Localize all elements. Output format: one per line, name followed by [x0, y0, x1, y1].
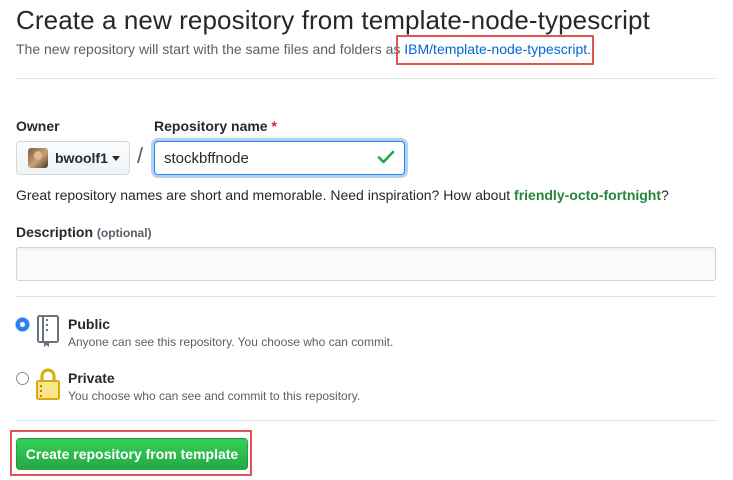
template-link-highlight [396, 35, 594, 65]
public-title: Public [68, 316, 111, 332]
name-suggestion[interactable]: friendly-octo-fortnight [514, 187, 661, 203]
repo-name-hint: Great repository names are short and mem… [16, 187, 669, 203]
repo-name-label-text: Repository name [154, 118, 268, 134]
avatar [28, 148, 48, 168]
lock-icon [36, 368, 60, 400]
private-description: You choose who can see and commit to thi… [68, 389, 361, 403]
public-description: Anyone can see this repository. You choo… [68, 335, 394, 349]
repo-book-icon [37, 315, 59, 347]
required-mark: * [271, 118, 277, 134]
description-divider [16, 296, 716, 297]
repo-name-input[interactable] [154, 141, 405, 175]
owner-name: bwoolf1 [55, 150, 108, 166]
header-divider [16, 78, 716, 79]
hint-prefix: Great repository names are short and mem… [16, 187, 515, 203]
repo-name-label: Repository name * [154, 118, 277, 134]
create-button-highlight [10, 430, 252, 476]
hint-suffix: ? [661, 187, 669, 203]
check-icon [377, 150, 395, 164]
owner-repo-separator: / [137, 143, 144, 168]
subtitle-prefix: The new repository will start with the s… [16, 41, 405, 57]
visibility-divider [16, 420, 716, 421]
description-label: Description (optional) [16, 224, 152, 240]
description-label-text: Description [16, 224, 94, 240]
optional-note: (optional) [96, 226, 152, 240]
private-title: Private [68, 370, 115, 386]
private-radio[interactable] [16, 372, 29, 385]
owner-label: Owner [16, 118, 60, 134]
owner-dropdown[interactable]: bwoolf1 [16, 141, 130, 175]
caret-down-icon [111, 155, 120, 161]
public-radio[interactable] [16, 318, 29, 331]
page-title: Create a new repository from template-no… [16, 5, 650, 35]
description-input[interactable] [16, 247, 716, 281]
